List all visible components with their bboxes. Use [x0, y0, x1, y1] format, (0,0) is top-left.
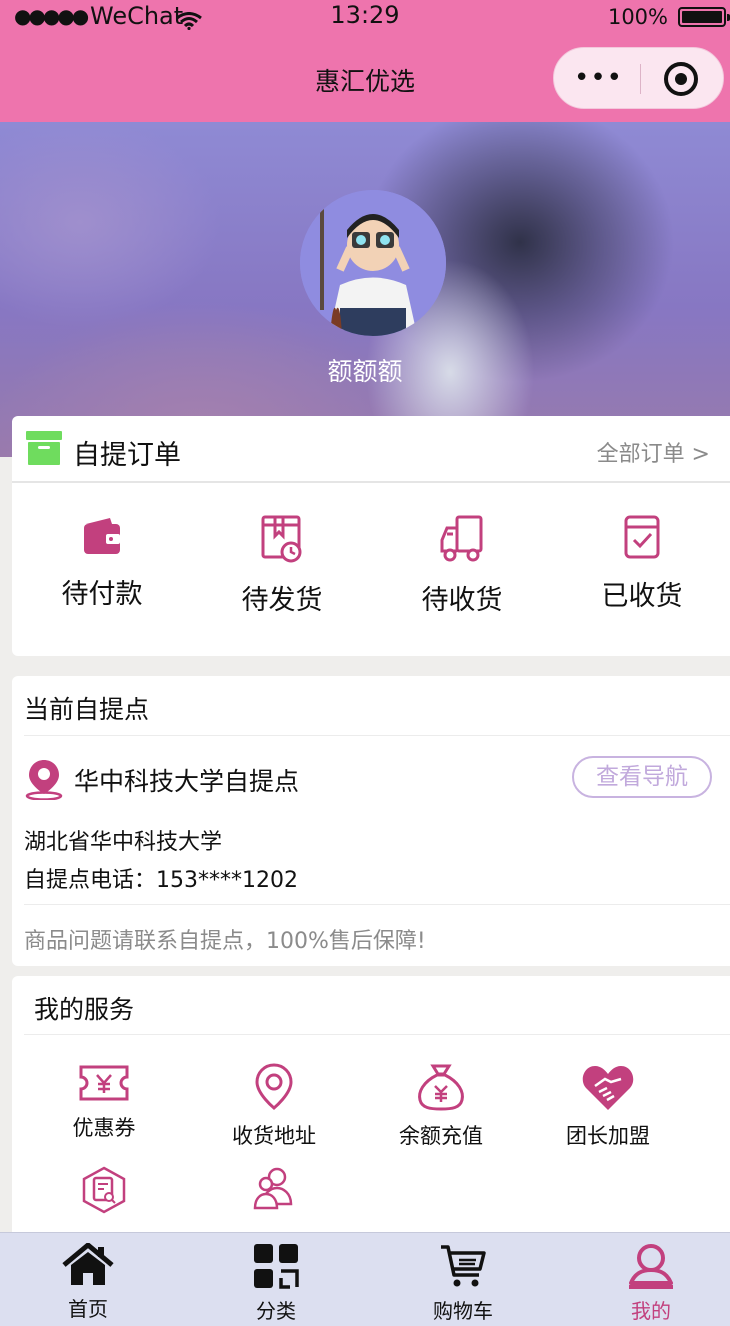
service-label: 余额充值 — [399, 1124, 483, 1148]
order-status-label: 已收货 — [601, 581, 683, 612]
user-icon — [629, 1244, 673, 1289]
service-shipping-address[interactable]: 收货地址 — [189, 1062, 359, 1150]
tab-label: 分类 — [256, 1299, 296, 1323]
service-label: 团长加盟 — [566, 1124, 650, 1148]
order-status-pending-shipment[interactable]: 待发货 — [192, 514, 372, 624]
orders-card: 自提订单 全部订单 > 待付款 待发货 待收货 已收货 — [12, 416, 730, 656]
tab-label: 首页 — [68, 1297, 108, 1321]
users-icon — [253, 1167, 293, 1210]
wallet-icon — [84, 518, 120, 554]
tab-home[interactable]: 首页 — [8, 1243, 168, 1322]
order-status-pending-payment[interactable]: 待付款 — [12, 514, 192, 624]
location-pin-icon — [255, 1063, 293, 1110]
services-title: 我的服务 — [34, 995, 135, 1024]
tab-label: 我的 — [631, 1299, 671, 1323]
handshake-heart-icon — [582, 1066, 634, 1110]
truck-icon — [440, 515, 483, 562]
home-icon — [62, 1243, 114, 1285]
service-label: 收货地址 — [232, 1124, 316, 1148]
view-navigation-button[interactable]: 查看导航 — [572, 756, 712, 798]
order-status-label: 待收货 — [421, 585, 503, 616]
status-bar: ●●●●● WeChat 13:29 100% — [0, 0, 730, 36]
mini-program-capsule: ••• — [553, 47, 724, 109]
pickup-section-title: 当前自提点 — [24, 695, 150, 724]
pickup-phone[interactable]: 自提点电话：153****1202 — [24, 862, 298, 894]
archive-box-icon — [26, 431, 62, 465]
top-bar: ●●●●● WeChat 13:29 100% 惠汇优选 ••• — [0, 0, 730, 122]
tab-label: 购物车 — [433, 1299, 493, 1323]
order-status-pending-receipt[interactable]: 待收货 — [372, 514, 552, 624]
money-bag-icon — [418, 1064, 464, 1111]
report-search-icon — [82, 1166, 126, 1214]
receipt-check-icon — [624, 515, 660, 559]
service-members[interactable] — [189, 1166, 359, 1220]
capsule-divider — [640, 64, 641, 94]
service-balance-recharge[interactable]: 余额充值 — [356, 1062, 526, 1150]
coupon-icon — [79, 1065, 129, 1101]
all-orders-link[interactable]: 全部订单 > — [597, 436, 710, 468]
tab-cart[interactable]: 购物车 — [383, 1243, 543, 1324]
battery-icon — [678, 7, 730, 27]
location-pin-icon — [24, 758, 64, 804]
order-status-label: 待发货 — [241, 585, 323, 616]
pickup-point-name: 华中科技大学自提点 — [74, 767, 300, 796]
more-button[interactable]: ••• — [574, 63, 623, 93]
pickup-point-card: 当前自提点 华中科技大学自提点 查看导航 湖北省华中科技大学 自提点电话：153… — [12, 676, 730, 966]
tab-category[interactable]: 分类 — [196, 1243, 356, 1324]
divider — [24, 904, 730, 905]
pickup-address: 湖北省华中科技大学 — [24, 830, 223, 855]
divider — [24, 1034, 730, 1035]
orders-header: 自提订单 全部订单 > — [12, 416, 730, 483]
category-grid-icon — [254, 1244, 299, 1289]
service-team-leader-join[interactable]: 团长加盟 — [523, 1062, 693, 1150]
order-status-label: 待付款 — [61, 579, 143, 610]
close-miniprogram-button[interactable] — [664, 62, 698, 96]
after-sales-notice: 商品问题请联系自提点，100%售后保障! — [24, 929, 426, 954]
orders-title: 自提订单 — [73, 440, 181, 471]
service-coupon[interactable]: 优惠券 — [19, 1062, 189, 1142]
cart-icon — [441, 1245, 486, 1287]
battery-percent: 100% — [607, 5, 668, 29]
services-card: 我的服务 优惠券 收货地址 余额充值 团长加盟 — [12, 976, 730, 1232]
avatar[interactable] — [300, 190, 446, 336]
divider — [24, 735, 730, 736]
order-status-received[interactable]: 已收货 — [552, 514, 730, 624]
service-report[interactable] — [19, 1166, 189, 1222]
service-label: 优惠券 — [72, 1116, 136, 1140]
username: 额额额 — [327, 357, 403, 386]
package-clock-icon — [261, 515, 302, 563]
bottom-tab-bar: 首页 分类 购物车 我的 — [0, 1232, 730, 1326]
tab-mine[interactable]: 我的 — [571, 1243, 730, 1324]
